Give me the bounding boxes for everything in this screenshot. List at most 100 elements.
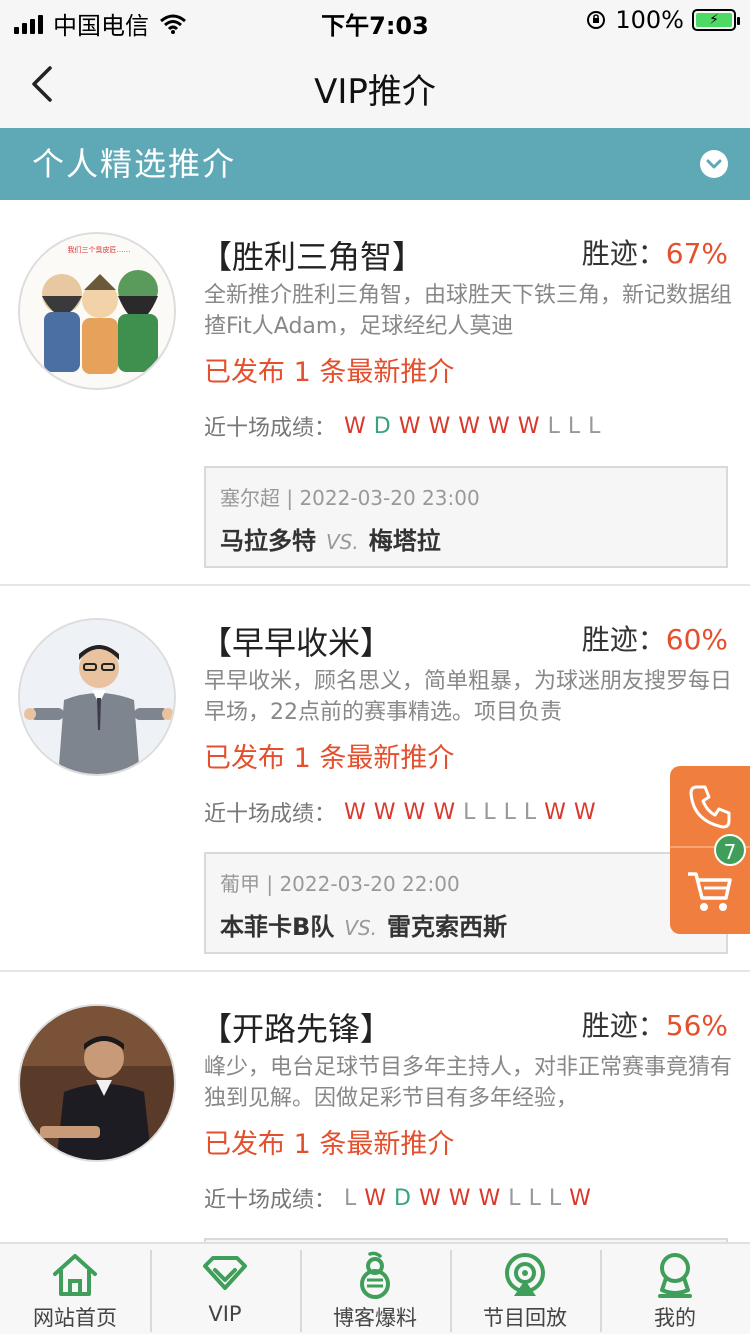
win-rate-label: 胜迹： <box>581 623 666 656</box>
result-mark: W <box>364 1185 387 1211</box>
result-mark: W <box>344 799 366 825</box>
result-mark: L <box>523 799 537 825</box>
expert-card[interactable]: 【早早收米】 胜迹：60% 早早收米，顾名思义，简单粗暴，为球迷朋友搜罗每日早场… <box>0 586 750 972</box>
chevron-down-icon <box>706 159 722 169</box>
result-mark: W <box>569 1185 591 1211</box>
result-mark: L <box>528 1185 541 1211</box>
result-mark: W <box>544 799 566 825</box>
result-mark: W <box>488 413 510 439</box>
result-mark: W <box>428 413 451 439</box>
away-team: 雷克索西斯 <box>387 913 508 941</box>
result-mark: D <box>394 1185 411 1211</box>
expert-description: 峰少，电台足球节目多年主持人，对非正常赛事竟猜有独到见解。因做足彩节目有多年经验… <box>204 1055 733 1111</box>
record-label: 近十场成绩： <box>204 416 337 441</box>
expert-description: 早早收米，顾名思义，简单粗暴，为球迷朋友搜罗每日早场，22点前的赛事精选。项目负… <box>204 669 733 725</box>
battery-icon: ⚡ <box>692 9 740 31</box>
expert-card[interactable]: 我们三个臭皮匠…… 【胜利三角智】 胜迹：67% 全新推介胜利三角智，由球胜天下… <box>0 200 750 586</box>
expert-description: 全新推介胜利三角智，由球胜天下铁三角，新记数据组揸Fit人Adam，足球经纪人莫… <box>204 283 733 339</box>
win-rate: 胜迹：67% <box>582 232 728 272</box>
result-mark: W <box>403 799 426 825</box>
section-title: 个人精选推介 <box>32 145 237 183</box>
home-icon <box>53 1254 97 1296</box>
tab-label: 网站首页 <box>33 1306 117 1330</box>
vip-diamond-icon <box>203 1256 247 1290</box>
result-mark: L <box>483 799 496 825</box>
avatar <box>18 618 176 776</box>
result-mark: W <box>478 1185 501 1211</box>
expert-name: 【开路先锋】 <box>200 1010 393 1048</box>
result-mark: W <box>433 799 456 825</box>
suited-man-avatar-image <box>20 620 174 774</box>
profile-icon <box>658 1253 692 1298</box>
result-mark: W <box>398 413 421 439</box>
avatar: 我们三个臭皮匠…… <box>18 232 176 390</box>
tab-replay[interactable]: 节目回放 <box>450 1244 600 1334</box>
result-mark: L <box>503 799 516 825</box>
result-mark: L <box>463 799 476 825</box>
published-count[interactable]: 已发布 1 条最新推介 <box>204 1122 454 1161</box>
result-mark: L <box>588 413 601 439</box>
phone-icon <box>689 785 731 829</box>
expert-list: 我们三个臭皮匠…… 【胜利三角智】 胜迹：67% 全新推介胜利三角智，由球胜天下… <box>0 200 750 1334</box>
result-mark: W <box>373 799 396 825</box>
vs-label: VS. <box>326 530 359 554</box>
tab-label: 博客爆料 <box>333 1306 417 1330</box>
result-mark: L <box>547 413 560 439</box>
page-title: VIP推介 <box>314 72 436 112</box>
status-right: 100% ⚡ <box>585 6 740 34</box>
win-rate: 胜迹：56% <box>582 1004 728 1044</box>
recent-record: 近十场成绩： L W D W W W L L L W <box>204 1182 591 1214</box>
tab-vip[interactable]: VIP <box>150 1244 300 1334</box>
vs-label: VS. <box>344 916 378 940</box>
match-league-time: 塞尔超 | 2022-03-20 23:00 <box>220 486 480 510</box>
cart-count-badge: 7 <box>714 834 746 866</box>
expert-name: 【胜利三角智】 <box>200 238 425 276</box>
win-rate-value: 67% <box>665 237 728 270</box>
match-box[interactable]: 塞尔超 | 2022-03-20 23:00 马拉多特 VS. 梅塔拉 <box>204 466 728 568</box>
result-mark: W <box>517 413 540 439</box>
result-mark: W <box>448 1185 471 1211</box>
home-team: 马拉多特 <box>220 527 316 555</box>
recent-record: 近十场成绩： W W W W L L L L W W <box>204 796 596 828</box>
orientation-lock-icon <box>587 11 606 29</box>
expert-name: 【早早收米】 <box>200 624 393 662</box>
win-rate: 胜迹：60% <box>582 618 728 658</box>
win-rate-label: 胜迹： <box>581 237 666 270</box>
match-box[interactable]: 葡甲 | 2022-03-20 22:00 本菲卡B队 VS. 雷克索西斯 <box>204 852 728 954</box>
status-bar: 中国电信 下午7:03 100% ⚡ <box>0 0 750 40</box>
svg-text:我们三个臭皮匠……: 我们三个臭皮匠…… <box>68 245 131 254</box>
blog-gourd-icon <box>360 1251 390 1299</box>
match-teams: 马拉多特 VS. 梅塔拉 <box>220 521 712 556</box>
match-league-time: 葡甲 | 2022-03-20 22:00 <box>220 872 460 896</box>
seated-man-avatar-image <box>20 1006 174 1160</box>
floating-actions: 7 <box>670 766 750 934</box>
record-label: 近十场成绩： <box>204 802 337 827</box>
match-teams: 本菲卡B队 VS. 雷克索西斯 <box>220 907 712 942</box>
cart-button[interactable]: 7 <box>670 834 750 934</box>
tab-blog[interactable]: 博客爆料 <box>300 1244 450 1334</box>
battery-percent: 100% <box>615 6 684 34</box>
section-header[interactable]: 个人精选推介 <box>0 128 750 200</box>
published-count[interactable]: 已发布 1 条最新推介 <box>204 736 454 775</box>
tab-home[interactable]: 网站首页 <box>0 1244 150 1334</box>
cart-icon <box>688 872 732 911</box>
result-mark: L <box>344 1185 357 1211</box>
result-mark: W <box>419 1185 441 1211</box>
cartoon-trio-avatar-image: 我们三个臭皮匠…… <box>20 234 174 388</box>
tab-label: 节目回放 <box>483 1306 567 1330</box>
tab-label: VIP <box>208 1302 242 1326</box>
result-mark: L <box>508 1185 521 1211</box>
replay-icon <box>505 1253 545 1296</box>
tab-profile[interactable]: 我的 <box>600 1244 750 1334</box>
win-rate-label: 胜迹： <box>581 1009 666 1042</box>
tab-label: 我的 <box>654 1306 696 1330</box>
result-mark: L <box>548 1185 562 1211</box>
section-toggle-button[interactable] <box>700 150 728 178</box>
bottom-tab-bar: 网站首页 VIP 博客爆料 节目回放 我的 <box>0 1242 750 1334</box>
away-team: 梅塔拉 <box>368 527 441 555</box>
win-rate-value: 60% <box>665 623 728 656</box>
published-count[interactable]: 已发布 1 条最新推介 <box>204 350 454 389</box>
result-mark: L <box>567 413 581 439</box>
home-team: 本菲卡B队 <box>220 913 335 941</box>
win-rate-value: 56% <box>665 1009 728 1042</box>
